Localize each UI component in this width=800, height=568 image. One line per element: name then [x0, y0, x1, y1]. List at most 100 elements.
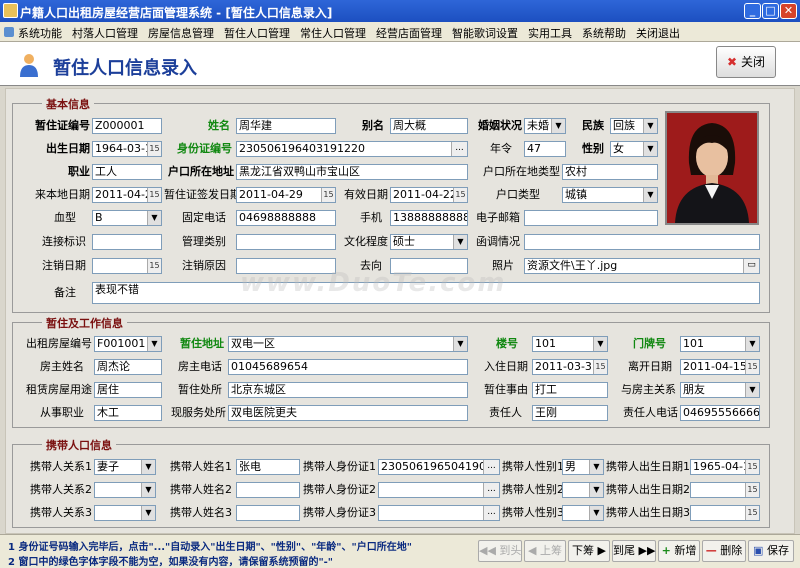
calendar-icon[interactable]: 15 — [745, 460, 759, 474]
cancel-date-field[interactable]: 15 — [92, 258, 162, 274]
menu-house[interactable]: 房屋信息管理 — [143, 22, 219, 44]
menu-temp[interactable]: 暂住人口管理 — [219, 22, 295, 44]
hk-type-select[interactable]: 城镇 ▼ — [562, 187, 658, 203]
chevron-down-icon[interactable]: ▼ — [589, 460, 603, 474]
menu-shop[interactable]: 经营店面管理 — [371, 22, 447, 44]
calendar-icon[interactable]: 15 — [453, 188, 467, 202]
sex-select[interactable]: 女 ▼ — [610, 141, 658, 157]
close-button[interactable]: ✖ 关闭 — [716, 46, 776, 78]
first-record-button[interactable]: ◀◀ 到头 — [478, 540, 522, 562]
out-date-field[interactable]: 2011-04-15 15 — [680, 359, 760, 375]
place-field[interactable]: 北京东城区 — [228, 382, 468, 398]
chevron-down-icon[interactable]: ▼ — [643, 119, 657, 133]
save-record-button[interactable]: ▣ 保存 — [748, 540, 794, 562]
calendar-icon[interactable]: 15 — [745, 360, 759, 374]
issue-field[interactable]: 2011-04-29 15 — [236, 187, 336, 203]
calendar-icon[interactable]: 15 — [745, 506, 759, 520]
chevron-down-icon[interactable]: ▼ — [141, 506, 155, 520]
resp-field[interactable]: 王刚 — [532, 405, 608, 421]
rel-select[interactable]: 朋友 ▼ — [680, 382, 760, 398]
autofill-button[interactable]: ... — [483, 460, 499, 474]
marital-select[interactable]: 未婚 ▼ — [524, 118, 566, 134]
maximize-button[interactable]: □ — [762, 3, 779, 19]
menu-system[interactable]: 系统功能 — [0, 22, 67, 44]
autofill-button[interactable]: ... — [451, 142, 467, 156]
alias-field[interactable]: 周大概 — [390, 118, 468, 134]
prev-record-button[interactable]: ◀ 上筹 — [524, 540, 566, 562]
autofill-button[interactable]: ... — [483, 483, 499, 497]
menu-resident[interactable]: 常住人口管理 — [295, 22, 371, 44]
bld-select[interactable]: 101 ▼ — [532, 336, 608, 352]
menu-tools[interactable]: 实用工具 — [523, 22, 577, 44]
carry-name-field[interactable] — [236, 505, 300, 521]
next-record-button[interactable]: 下筹 ▶ — [568, 540, 610, 562]
chevron-down-icon[interactable]: ▼ — [147, 337, 161, 351]
use-field[interactable]: 居住 — [94, 382, 162, 398]
calendar-icon[interactable]: 15 — [321, 188, 335, 202]
name-field[interactable]: 周华建 — [236, 118, 336, 134]
carry-id-field[interactable]: ... — [378, 505, 500, 521]
carry-birth-field[interactable]: 15 — [690, 505, 760, 521]
chevron-down-icon[interactable]: ▼ — [589, 506, 603, 520]
menu-settings[interactable]: 智能歌词设置 — [447, 22, 523, 44]
hukou-field[interactable]: 黑龙江省双鸭山市宝山区 — [236, 164, 468, 180]
mobile-field[interactable]: 13888888888 — [390, 210, 468, 226]
feature-field[interactable] — [92, 234, 162, 250]
chevron-down-icon[interactable]: ▼ — [453, 337, 467, 351]
chevron-down-icon[interactable]: ▼ — [643, 142, 657, 156]
photo-path-field[interactable]: 资源文件\王丫.jpg ▭ — [524, 258, 760, 274]
calendar-icon[interactable]: 15 — [147, 259, 161, 273]
mgmt-field[interactable] — [236, 234, 336, 250]
inq-field[interactable] — [524, 234, 760, 250]
carry-rel-field[interactable]: ▼ — [94, 505, 156, 521]
door-select[interactable]: 101 ▼ — [680, 336, 760, 352]
job-field[interactable]: 工人 — [92, 164, 162, 180]
house-select[interactable]: F001001 ▼ — [94, 336, 162, 352]
chevron-down-icon[interactable]: ▼ — [745, 337, 759, 351]
blood-select[interactable]: B ▼ — [92, 210, 162, 226]
chevron-down-icon[interactable]: ▼ — [453, 235, 467, 249]
birth-field[interactable]: 1964-03-15 15 — [92, 141, 162, 157]
carry-name-field[interactable]: 张电 — [236, 459, 300, 475]
menu-help[interactable]: 系统帮助 — [577, 22, 631, 44]
add-record-button[interactable]: + 新增 — [658, 540, 700, 562]
carry-birth-field[interactable]: 15 — [690, 482, 760, 498]
calendar-icon[interactable]: 15 — [147, 142, 161, 156]
menu-exit[interactable]: 关闭退出 — [631, 22, 685, 44]
chevron-down-icon[interactable]: ▼ — [141, 460, 155, 474]
menu-village[interactable]: 村落人口管理 — [67, 22, 143, 44]
close-window-button[interactable]: ✕ — [780, 3, 797, 19]
folder-icon[interactable]: ▭ — [743, 259, 759, 273]
chevron-down-icon[interactable]: ▼ — [745, 383, 759, 397]
carry-rel-field[interactable]: 妻子 ▼ — [94, 459, 156, 475]
reason-field[interactable]: 打工 — [532, 382, 608, 398]
svc-field[interactable]: 双电医院更夫 — [228, 405, 468, 421]
carry-sex-field[interactable]: ▼ — [562, 482, 604, 498]
autofill-button[interactable]: ... — [483, 506, 499, 520]
valid-field[interactable]: 2011-04-22 15 — [390, 187, 468, 203]
chevron-down-icon[interactable]: ▼ — [643, 188, 657, 202]
last-record-button[interactable]: 到尾 ▶▶ — [612, 540, 656, 562]
chevron-down-icon[interactable]: ▼ — [589, 483, 603, 497]
minimize-button[interactable]: _ — [744, 3, 761, 19]
calendar-icon[interactable]: 15 — [147, 188, 161, 202]
age-field[interactable]: 47 — [524, 141, 566, 157]
edu-select[interactable]: 硕士 ▼ — [390, 234, 468, 250]
idno-field[interactable]: 230506196403191220... — [236, 141, 468, 157]
chevron-down-icon[interactable]: ▼ — [141, 483, 155, 497]
calendar-icon[interactable]: 15 — [745, 483, 759, 497]
carry-sex-field[interactable]: ▼ — [562, 505, 604, 521]
addr-select[interactable]: 双电一区 ▼ — [228, 336, 468, 352]
carry-id-field[interactable]: ... — [378, 482, 500, 498]
carry-name-field[interactable] — [236, 482, 300, 498]
hukou-type-field[interactable]: 农村 — [562, 164, 658, 180]
calendar-icon[interactable]: 15 — [593, 360, 607, 374]
occ-field[interactable]: 木工 — [94, 405, 162, 421]
owner-field[interactable]: 周杰论 — [94, 359, 162, 375]
phone-field[interactable]: 04698888888 — [236, 210, 336, 226]
in-date-field[interactable]: 2011-03-31 15 — [532, 359, 608, 375]
delete-record-button[interactable]: — 删除 — [702, 540, 746, 562]
carry-sex-field[interactable]: 男 ▼ — [562, 459, 604, 475]
temp-id-field[interactable]: Z000001 — [92, 118, 162, 134]
chevron-down-icon[interactable]: ▼ — [147, 211, 161, 225]
